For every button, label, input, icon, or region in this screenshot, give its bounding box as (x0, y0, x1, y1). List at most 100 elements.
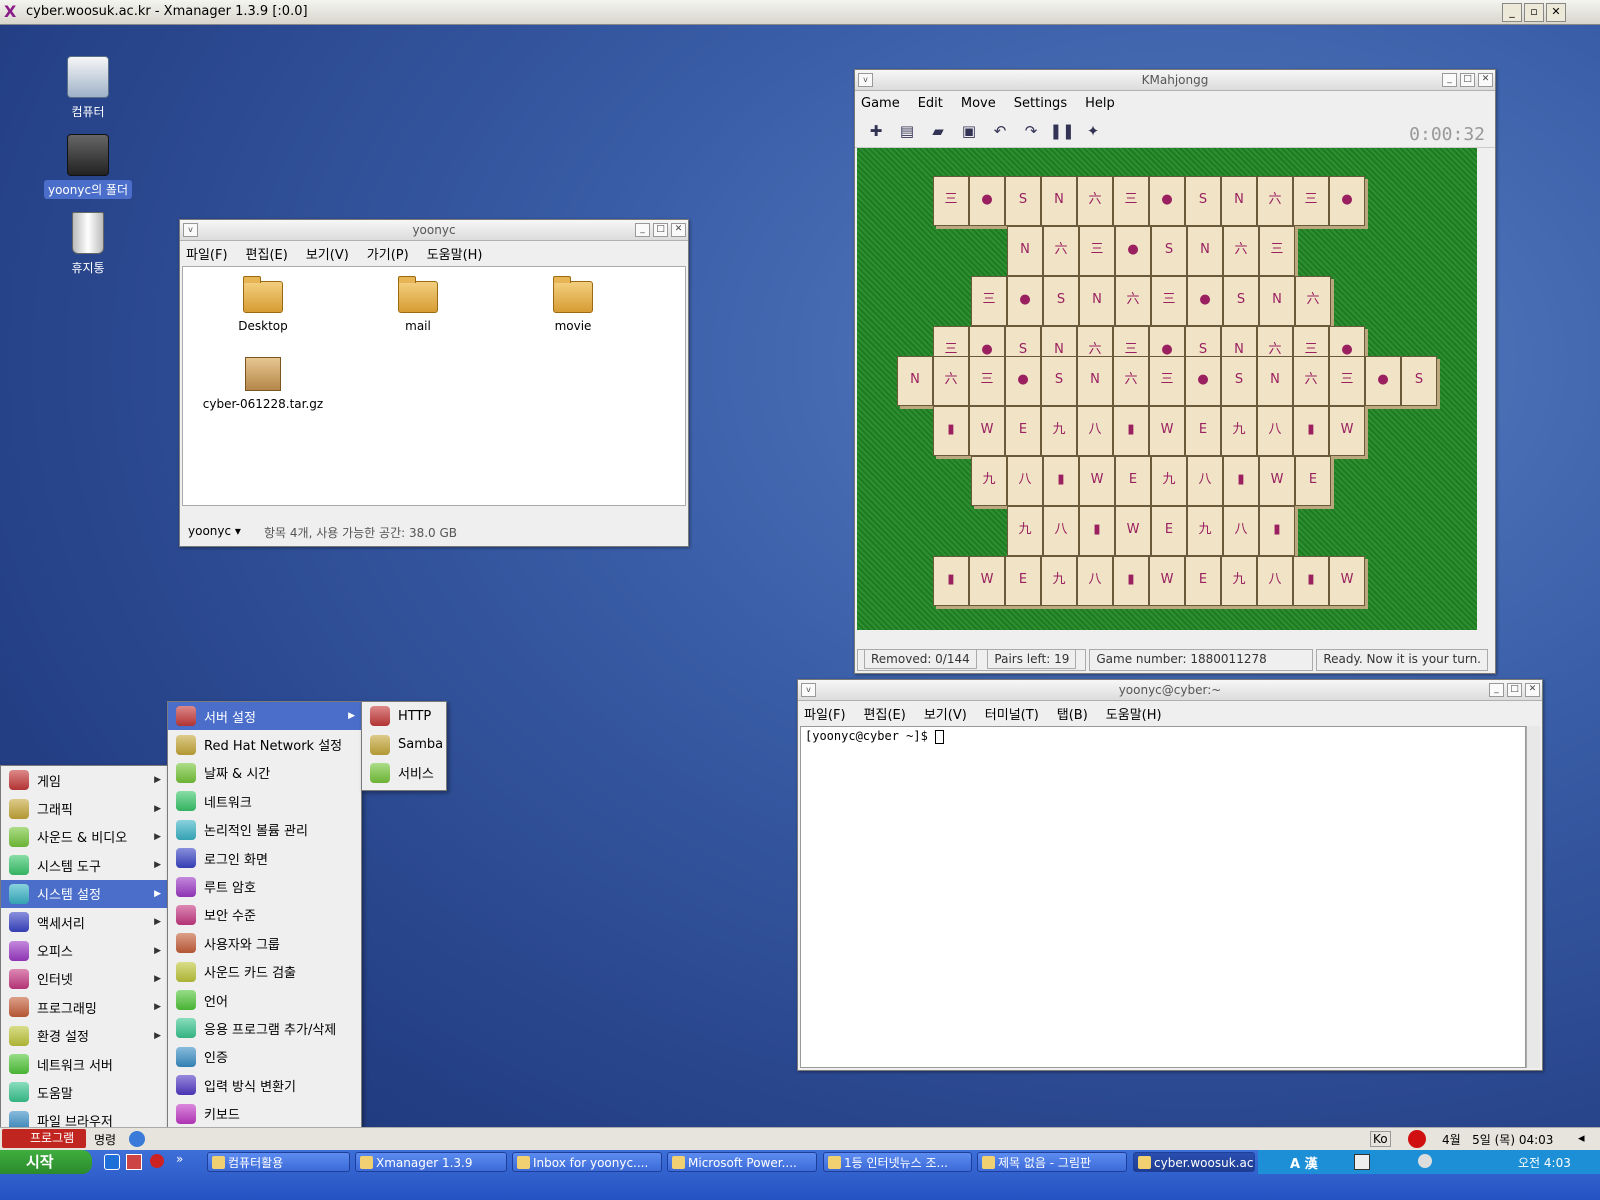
minimize-button[interactable]: _ (1489, 683, 1504, 697)
mahjong-tile[interactable]: 六 (1223, 226, 1259, 276)
mahjong-tile[interactable]: N (1007, 226, 1043, 276)
close-button[interactable]: ✕ (1525, 683, 1540, 697)
language-indicator[interactable]: Ko (1370, 1131, 1391, 1147)
mahjong-tile[interactable]: W (1115, 506, 1151, 556)
mahjong-tile[interactable]: 八 (1077, 406, 1113, 456)
mahjong-tile[interactable]: 三 (971, 276, 1007, 326)
mahjong-tile[interactable]: E (1005, 556, 1041, 606)
minimize-button[interactable]: _ (1442, 73, 1457, 87)
command-button[interactable]: 명령 (94, 1131, 116, 1148)
network-tray-icon[interactable] (1418, 1154, 1432, 1168)
settings-item-9[interactable]: 사운드 카드 검출 (168, 958, 361, 986)
mahjong-tile[interactable]: 八 (1223, 506, 1259, 556)
mahjong-tile[interactable]: N (1041, 176, 1077, 226)
mahjong-tile[interactable]: 三 (1149, 356, 1185, 406)
mahjong-tile[interactable]: W (969, 556, 1005, 606)
hint-wand-icon[interactable]: ✦ (1082, 120, 1104, 142)
mahjong-tile[interactable]: 九 (1151, 456, 1187, 506)
mahjong-tile[interactable]: 八 (1187, 456, 1223, 506)
mahjong-tile[interactable]: ▮ (1043, 456, 1079, 506)
mahjong-tile[interactable]: E (1185, 556, 1221, 606)
taskbar-button[interactable]: Microsoft Power.... (667, 1152, 817, 1172)
player-quicklaunch-icon[interactable] (150, 1154, 164, 1168)
window-titlebar[interactable]: v yoonyc@cyber:~ _ □ ✕ (798, 680, 1542, 701)
maximize-button[interactable]: □ (653, 223, 668, 237)
close-button[interactable]: ✕ (1546, 3, 1566, 22)
mahjong-tile[interactable]: W (969, 406, 1005, 456)
desktop-icon-home[interactable]: yoonyc의 폴더 (38, 134, 138, 199)
mahjong-tile[interactable]: 六 (1295, 276, 1331, 326)
mahjong-tile[interactable]: W (1329, 406, 1365, 456)
mahjong-tile[interactable]: 八 (1007, 456, 1043, 506)
mahjong-tile[interactable]: N (1079, 276, 1115, 326)
menu-settings[interactable]: Settings (1014, 96, 1067, 111)
mahjong-tile[interactable]: W (1149, 556, 1185, 606)
volume-icon[interactable]: ◂ (1578, 1131, 1585, 1146)
menu-item-1[interactable]: 그래픽 ▶ (1, 794, 167, 822)
mahjong-tile[interactable]: S (1041, 356, 1077, 406)
mahjong-tile[interactable]: 三 (1259, 226, 1295, 276)
mahjong-tile[interactable]: 六 (1293, 356, 1329, 406)
mahjong-tile[interactable]: 三 (1329, 356, 1365, 406)
mahjong-tile[interactable]: 三 (1079, 226, 1115, 276)
mahjong-tile[interactable]: 三 (1113, 176, 1149, 226)
server-item-1[interactable]: Samba (362, 730, 446, 758)
open-icon[interactable]: ▰ (927, 120, 949, 142)
mahjong-tile[interactable]: 六 (1115, 276, 1151, 326)
location-dropdown[interactable]: yoonyc ▾ (188, 524, 241, 538)
mahjong-tile[interactable]: 八 (1077, 556, 1113, 606)
programs-button[interactable]: 프로그램 (2, 1129, 86, 1148)
mahjong-tile[interactable]: S (1043, 276, 1079, 326)
close-button[interactable]: ✕ (1478, 73, 1493, 87)
mahjong-tile[interactable]: 九 (1041, 406, 1077, 456)
close-button[interactable]: ✕ (671, 223, 686, 237)
maximize-button[interactable]: □ (1460, 73, 1475, 87)
window-titlebar[interactable]: v yoonyc _ □ ✕ (180, 220, 688, 241)
mahjong-tile[interactable]: 六 (1077, 176, 1113, 226)
settings-item-12[interactable]: 인증 (168, 1043, 361, 1071)
mahjong-tile[interactable]: ▮ (1259, 506, 1295, 556)
mahjong-tile[interactable]: N (1259, 276, 1295, 326)
mahjong-tile[interactable]: S (1005, 176, 1041, 226)
settings-item-2[interactable]: 날짜 & 시간 (168, 759, 361, 787)
clock-applet[interactable]: 4월 5일 (목) 04:03 (1442, 1131, 1553, 1148)
settings-item-6[interactable]: 루트 암호 (168, 872, 361, 900)
ie-quicklaunch-icon[interactable] (104, 1154, 120, 1170)
mahjong-tile[interactable]: ● (1329, 176, 1365, 226)
mahjong-tile[interactable]: ▮ (933, 406, 969, 456)
file-item[interactable]: Desktop (193, 276, 333, 333)
mahjong-tile[interactable]: ● (1365, 356, 1401, 406)
mahjong-tile[interactable]: 九 (1221, 406, 1257, 456)
settings-item-3[interactable]: 네트워크 (168, 787, 361, 815)
mahjong-tile[interactable]: ● (1185, 356, 1221, 406)
settings-item-0[interactable]: 서버 설정 ▶ (168, 702, 361, 731)
desktop-icon-trash[interactable]: 휴지통 (38, 212, 138, 277)
menu-file[interactable]: 파일(F) (804, 704, 846, 723)
menu-tabs[interactable]: 탭(B) (1057, 704, 1088, 723)
taskbar-button[interactable]: 컴퓨터활용 (207, 1152, 350, 1172)
mahjong-tile[interactable]: S (1185, 176, 1221, 226)
settings-item-4[interactable]: 논리적인 볼륨 관리 (168, 816, 361, 844)
terminal-screen[interactable]: [yoonyc@cyber ~]$ (800, 726, 1526, 1068)
undo-icon[interactable]: ↶ (989, 120, 1011, 142)
mahjong-tile[interactable]: N (897, 356, 933, 406)
mahjong-tile[interactable]: S (1401, 356, 1437, 406)
mahjong-tile[interactable]: E (1295, 456, 1331, 506)
mahjong-tile[interactable]: W (1259, 456, 1295, 506)
settings-item-8[interactable]: 사용자와 그룹 (168, 929, 361, 957)
mahjong-tile[interactable]: 八 (1043, 506, 1079, 556)
mahjong-tile[interactable]: 三 (933, 176, 969, 226)
menu-item-3[interactable]: 시스템 도구 ▶ (1, 851, 167, 879)
menu-help[interactable]: 도움말(H) (427, 244, 483, 263)
menu-item-5[interactable]: 액세서리 ▶ (1, 908, 167, 936)
menu-view[interactable]: 보기(V) (924, 704, 967, 723)
mahjong-tile[interactable]: 九 (1221, 556, 1257, 606)
file-item[interactable]: mail (348, 276, 488, 333)
mahjong-tile[interactable]: 六 (933, 356, 969, 406)
minimize-button[interactable]: _ (1502, 3, 1522, 22)
window-titlebar[interactable]: v KMahjongg _ □ ✕ (855, 70, 1495, 91)
scrollbar[interactable] (1526, 726, 1540, 1068)
settings-item-1[interactable]: Red Hat Network 설정 (168, 730, 361, 758)
quicklaunch-more-icon[interactable]: » (176, 1152, 183, 1166)
mahjong-tile[interactable]: ● (1149, 176, 1185, 226)
